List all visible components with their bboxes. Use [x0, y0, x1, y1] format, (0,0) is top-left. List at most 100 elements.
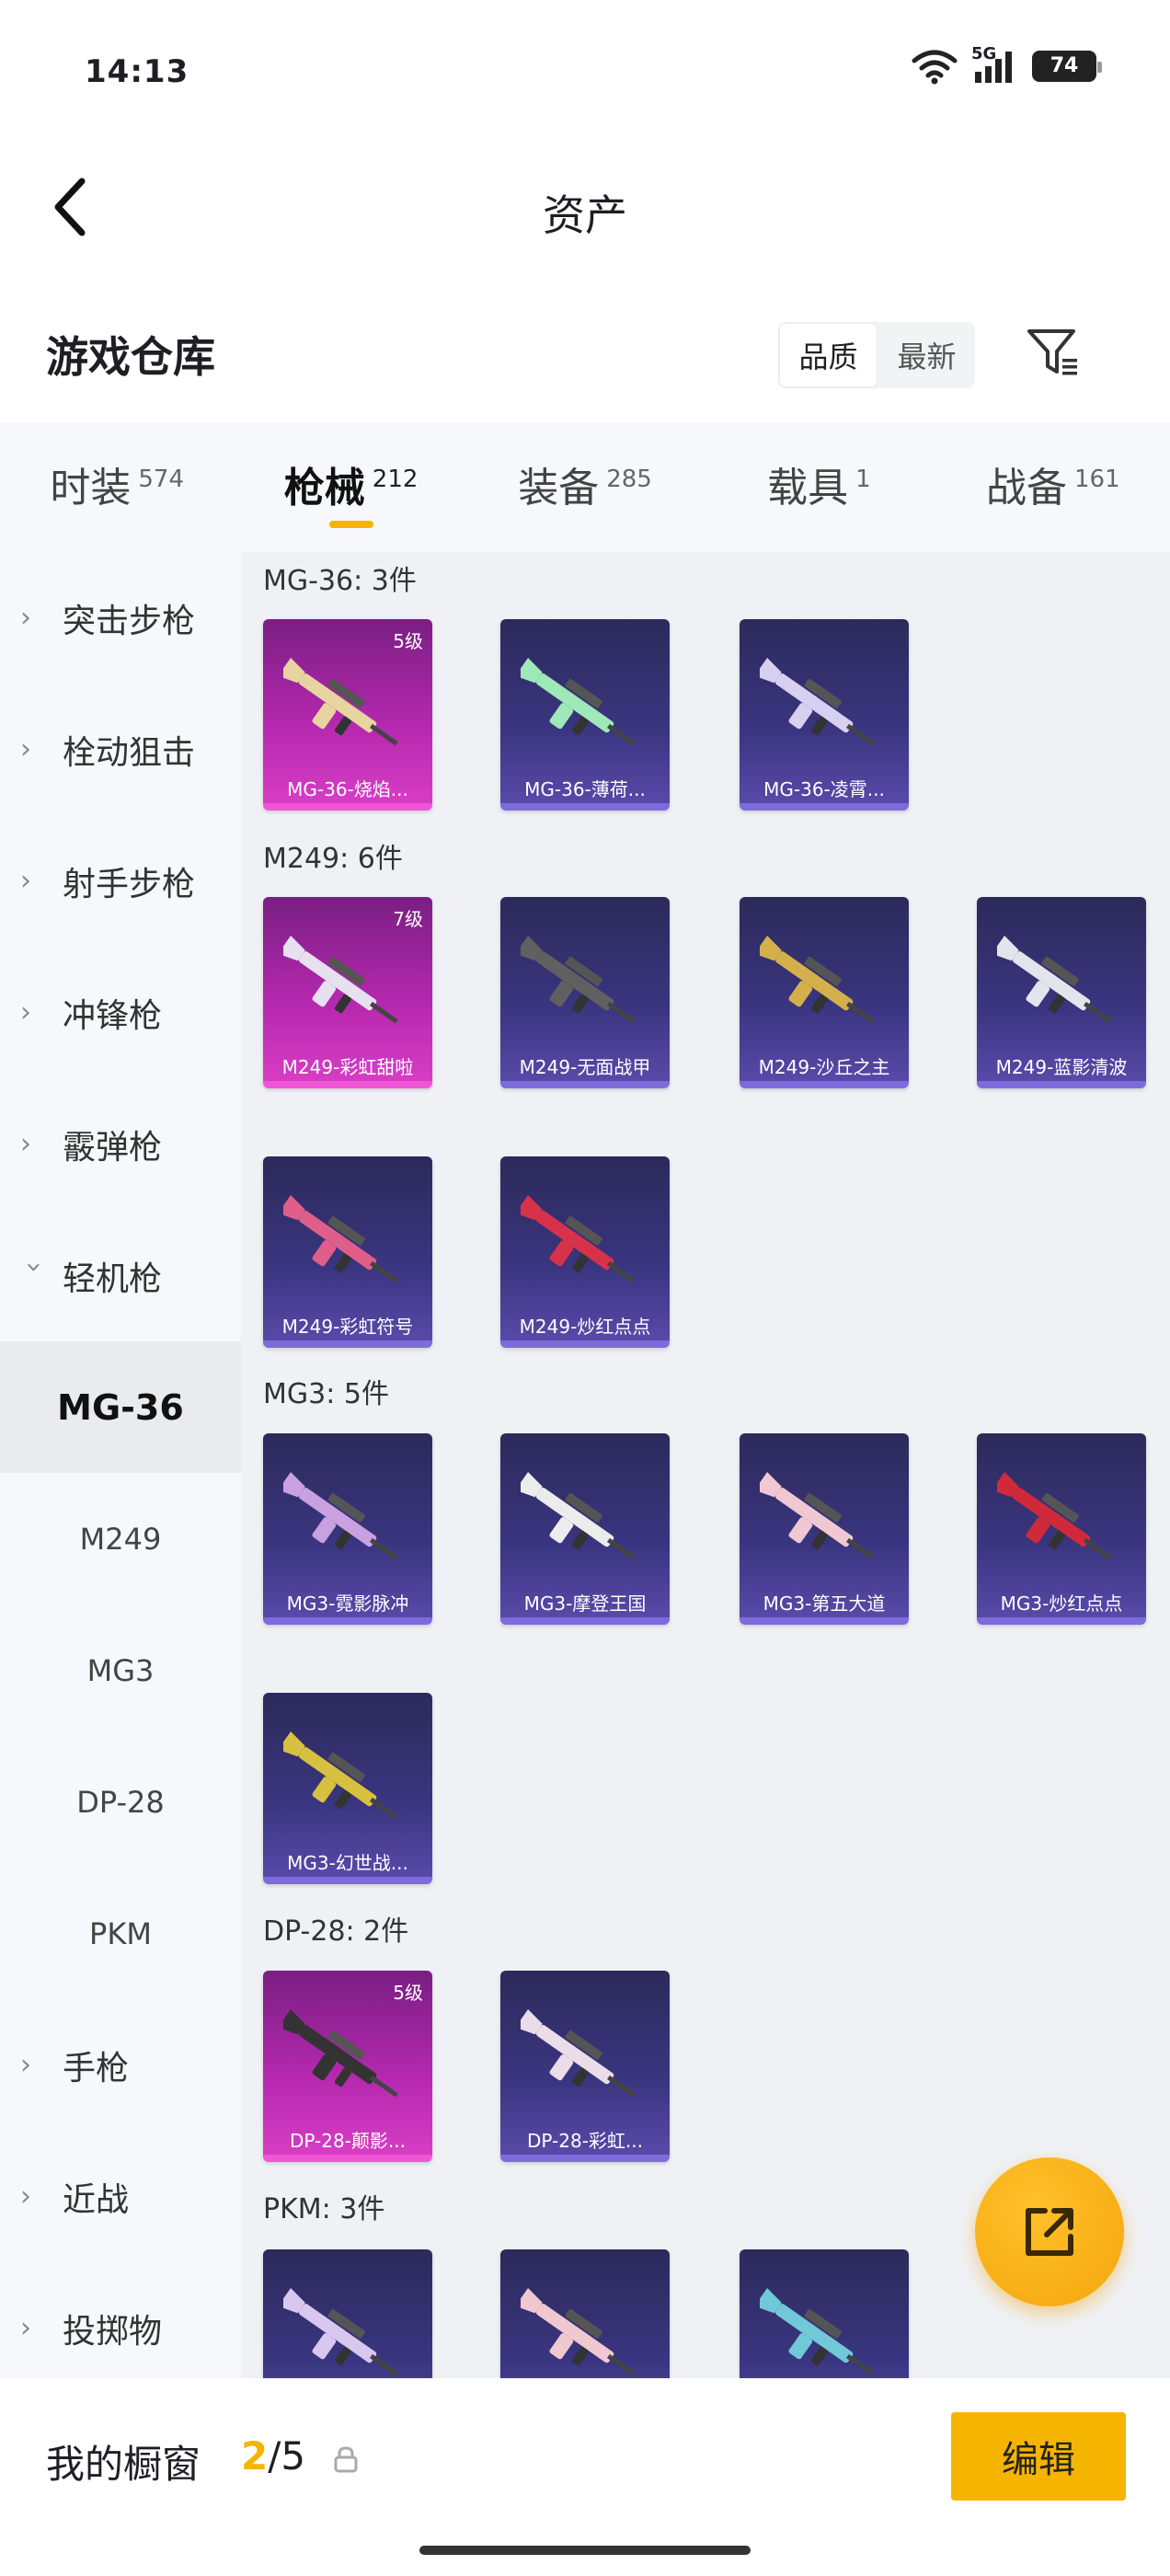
weapon-skin-image [760, 935, 875, 1024]
level-badge: 7级 [393, 908, 423, 930]
group-title: MG-36: 3件 [263, 565, 417, 597]
chevron-right-icon: › [20, 2180, 31, 2213]
sidebar-item-lmg[interactable]: › 轻机枪 [0, 1210, 241, 1341]
weapon-card[interactable]: M249-无面战甲 [500, 897, 670, 1088]
sidebar-item-label: 突击步枪 [63, 602, 196, 640]
weapon-card[interactable]: MG3-炒红点点 [977, 1433, 1146, 1625]
chevron-right-icon: › [20, 1128, 31, 1160]
weapon-card[interactable]: MG3-霓影脉冲 [263, 1433, 432, 1625]
group-title: MG3: 5件 [263, 1378, 389, 1410]
share-button[interactable] [975, 2157, 1124, 2306]
weapon-skin-image [283, 1731, 398, 1820]
weapon-card[interactable]: 5级 MG-36-烧焰... [263, 619, 432, 811]
sidebar-subitem-pkm[interactable]: PKM [0, 1868, 241, 1999]
filter-button[interactable] [1021, 320, 1085, 385]
showcase-current: 2 [241, 2433, 269, 2478]
sidebar-item-label: 投掷物 [63, 2312, 163, 2351]
nav-bar: 资产 [0, 138, 1170, 276]
weapon-card-label: DP-28-彩虹... [527, 2130, 643, 2152]
weapon-card[interactable]: M249-蓝影清波 [977, 897, 1146, 1088]
sidebar-subitem-label: M249 [79, 1521, 162, 1557]
status-bar: 14:13 5G 74 [0, 0, 1170, 138]
tab-firearms[interactable]: 枪械 212 [234, 423, 467, 552]
weapon-category-sidebar: › 突击步枪 › 栓动狙击 › 射手步枪 › 冲锋枪 › 霰弹枪 › 轻机枪 MG-36 M… [0, 552, 241, 2378]
weapon-skin-image [521, 2008, 636, 2098]
weapon-skin-image [521, 657, 636, 746]
weapon-card[interactable] [500, 2249, 670, 2378]
tab-supplies[interactable]: 战备 161 [936, 423, 1170, 552]
weapon-card[interactable]: MG-36-薄荷... [500, 619, 670, 811]
weapon-skin-part [370, 1797, 398, 1820]
weapon-card-label: MG-36-凌霄... [763, 778, 885, 800]
sidebar-subitem-m249[interactable]: M249 [0, 1473, 241, 1604]
weapon-card[interactable]: 5级 DP-28-颠影... [263, 1971, 432, 2162]
weapon-card[interactable]: M249-彩虹符号 [263, 1156, 432, 1348]
tab-count: 161 [1074, 466, 1120, 493]
weapon-skin-image [283, 2008, 398, 2098]
sort-toggle: 品质 最新 [778, 322, 975, 388]
weapon-skin-part [370, 1001, 398, 1024]
sidebar-item-throwables[interactable]: › 投掷物 [0, 2262, 241, 2394]
tab-label: 战备 [986, 465, 1067, 512]
weapon-skin-part [774, 673, 854, 733]
weapon-skin-part [298, 1747, 377, 1807]
sort-latest-button[interactable]: 最新 [878, 322, 975, 388]
weapon-card[interactable]: MG3-摩登王国 [500, 1433, 670, 1625]
weapon-card[interactable]: MG-36-凌霄... [740, 619, 909, 811]
weapon-card[interactable]: MG3-幻世战... [263, 1693, 432, 1884]
page-title: 资产 [543, 190, 627, 240]
sidebar-subitem-label: MG3 [86, 1652, 155, 1688]
sidebar-subitem-mg3[interactable]: MG3 [0, 1604, 241, 1736]
sort-quality-button[interactable]: 品质 [778, 322, 878, 388]
signal-icon: 5G [971, 44, 1019, 85]
weapon-card[interactable]: MG3-第五大道 [740, 1433, 909, 1625]
sidebar-item-marksman-rifle[interactable]: › 射手步枪 [0, 815, 241, 947]
showcase-total: /5 [268, 2433, 306, 2478]
sidebar-subitem-dp28[interactable]: DP-28 [0, 1736, 241, 1868]
sidebar-item-shotgun[interactable]: › 霰弹枪 [0, 1078, 241, 1210]
tab-equipment[interactable]: 装备 285 [468, 423, 702, 552]
showcase-bar: 我的橱窗 2/5 编辑 [0, 2378, 1170, 2576]
tab-label: 时装 [50, 465, 132, 512]
weapon-skin-image [283, 1194, 398, 1283]
sidebar-item-assault-rifle[interactable]: › 突击步枪 [0, 552, 241, 684]
weapon-skin-part [298, 673, 377, 733]
chevron-right-icon: › [20, 865, 31, 897]
tab-fashion[interactable]: 时装 574 [0, 423, 234, 552]
weapon-skin-image [521, 2287, 636, 2376]
weapon-skin-part [1084, 1537, 1112, 1560]
chevron-right-icon: › [20, 2049, 31, 2081]
weapon-skin-part [535, 1211, 614, 1271]
sidebar-item-smg[interactable]: › 冲锋枪 [0, 947, 241, 1078]
level-badge: 5级 [393, 630, 423, 652]
sidebar-item-melee[interactable]: › 近战 [0, 2131, 241, 2262]
sidebar-item-pistol[interactable]: › 手枪 [0, 1999, 241, 2131]
weapon-skin-image [283, 1471, 398, 1560]
tab-vehicles[interactable]: 载具 1 [702, 423, 935, 552]
weapon-skin-part [370, 2353, 398, 2376]
weapon-card[interactable]: M249-炒红点点 [500, 1156, 670, 1348]
sidebar-subitem-mg36[interactable]: MG-36 [0, 1341, 241, 1473]
group-title: PKM: 3件 [263, 2193, 385, 2225]
chevron-right-icon: › [20, 996, 31, 1029]
weapon-card[interactable]: M249-沙丘之主 [740, 897, 909, 1088]
sidebar-item-label: 栓动狙击 [63, 733, 196, 772]
weapon-skin-part [774, 1488, 854, 1547]
weapon-card[interactable] [740, 2249, 909, 2378]
weapon-grid: MG-36: 3件 5级 MG-36-烧焰... MG-36-薄荷... MG-3… [241, 552, 1170, 2378]
weapon-skin-part [607, 1537, 636, 1560]
weapon-skin-image [521, 1471, 636, 1560]
weapon-card[interactable] [263, 2249, 432, 2378]
weapon-skin-part [1084, 1001, 1112, 1024]
weapon-skin-part [1012, 951, 1091, 1011]
weapon-skin-part [370, 2075, 398, 2098]
edit-button[interactable]: 编辑 [951, 2412, 1126, 2501]
weapon-skin-part [607, 723, 636, 746]
level-badge: 5级 [393, 1982, 423, 2004]
sidebar-item-bolt-sniper[interactable]: › 栓动狙击 [0, 684, 241, 815]
weapon-card[interactable]: 7级 M249-彩虹甜啦 [263, 897, 432, 1088]
weapon-card[interactable]: DP-28-彩虹... [500, 1971, 670, 2162]
weapon-skin-image [283, 657, 398, 746]
status-time: 14:13 [85, 53, 189, 90]
sidebar-item-label: 轻机枪 [63, 1259, 163, 1298]
